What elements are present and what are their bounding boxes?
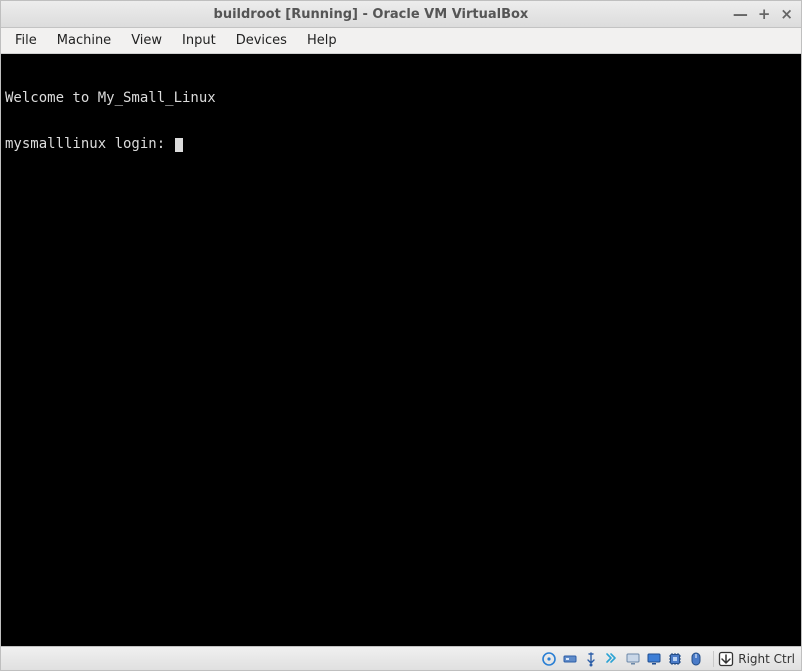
menu-machine[interactable]: Machine xyxy=(49,30,119,51)
mouse-integration-icon[interactable] xyxy=(688,651,704,667)
host-key-icon xyxy=(718,651,734,667)
display-icon[interactable] xyxy=(625,651,641,667)
cpu-icon[interactable] xyxy=(667,651,683,667)
window-titlebar: buildroot [Running] - Oracle VM VirtualB… xyxy=(1,1,801,28)
status-bar: Right Ctrl xyxy=(1,646,801,670)
menu-view[interactable]: View xyxy=(123,30,170,51)
text-cursor xyxy=(175,138,183,152)
minimize-button[interactable]: — xyxy=(733,7,748,22)
hard-disk-icon[interactable] xyxy=(541,651,557,667)
menu-help[interactable]: Help xyxy=(299,30,345,51)
console-login-text: mysmalllinux login: xyxy=(5,136,174,152)
optical-drive-icon[interactable] xyxy=(562,651,578,667)
window-controls: — + × xyxy=(733,7,793,22)
host-key-indicator[interactable]: Right Ctrl xyxy=(713,651,795,667)
menu-devices[interactable]: Devices xyxy=(228,30,295,51)
menu-bar: File Machine View Input Devices Help xyxy=(1,28,801,54)
vm-display-console[interactable]: Welcome to My_Small_Linux mysmalllinux l… xyxy=(1,54,801,646)
shared-folder-icon[interactable] xyxy=(604,651,620,667)
window-title: buildroot [Running] - Oracle VM VirtualB… xyxy=(9,7,733,22)
host-key-label: Right Ctrl xyxy=(738,652,795,666)
usb-icon[interactable] xyxy=(583,651,599,667)
console-line: Welcome to My_Small_Linux xyxy=(5,91,797,106)
recording-icon[interactable] xyxy=(646,651,662,667)
maximize-button[interactable]: + xyxy=(758,7,771,22)
menu-file[interactable]: File xyxy=(7,30,45,51)
menu-input[interactable]: Input xyxy=(174,30,224,51)
close-button[interactable]: × xyxy=(780,7,793,22)
console-login-prompt: mysmalllinux login: xyxy=(5,137,797,152)
